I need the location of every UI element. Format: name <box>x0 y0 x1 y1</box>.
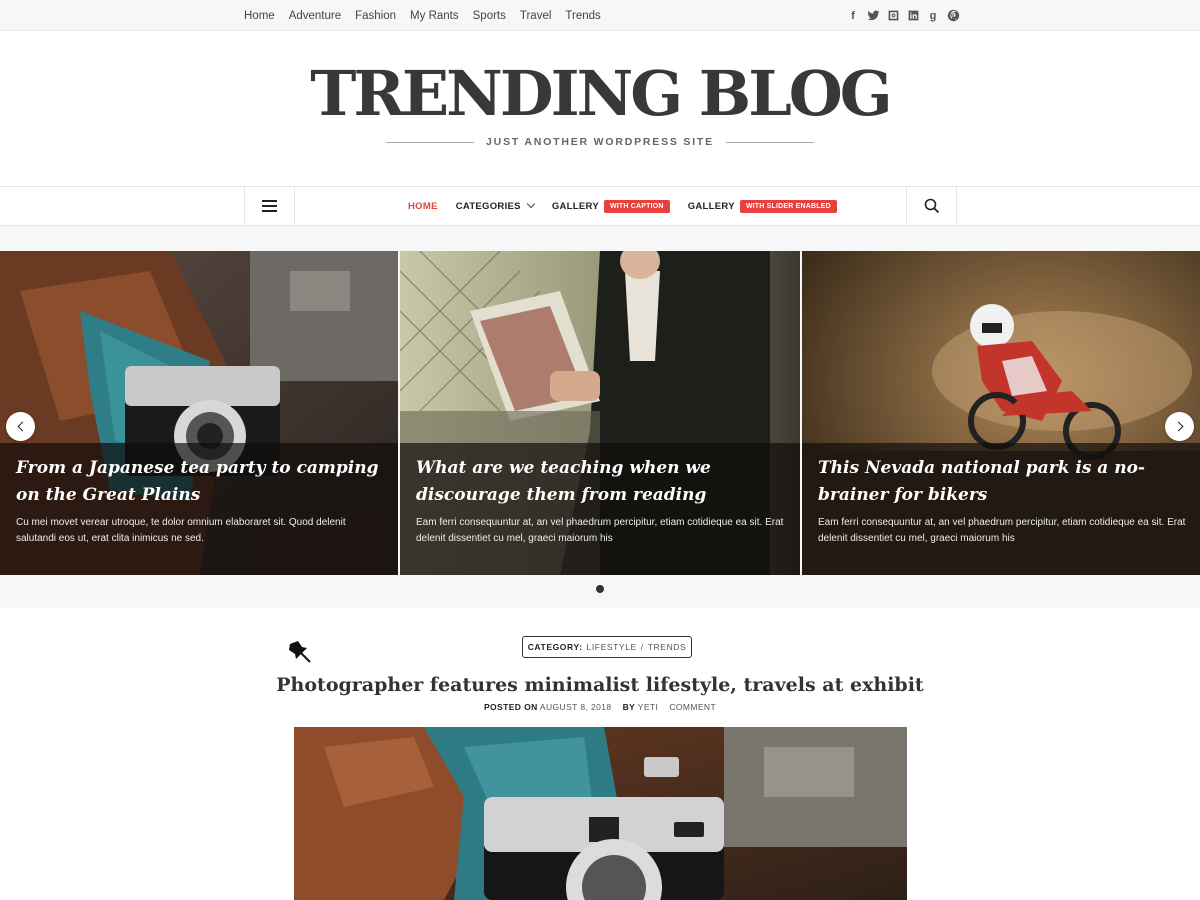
hamburger-icon[interactable] <box>244 187 295 225</box>
top-nav: Home Adventure Fashion My Rants Sports T… <box>244 0 601 31</box>
gallery-slider-badge: WITH SLIDER ENABLED <box>739 199 837 213</box>
chevron-left-icon[interactable] <box>6 412 35 441</box>
top-nav-travel[interactable]: Travel <box>520 10 552 22</box>
nav-gallery-caption-label: GALLERY <box>551 200 599 212</box>
nav-home[interactable]: HOME <box>408 201 438 212</box>
featured-image-graphic <box>294 727 907 900</box>
post-category-box: CATEGORY: LIFESTYLE / TRENDS <box>522 636 692 658</box>
post-meta: POSTED ON AUGUST 8, 2018 BY YETI COMMENT <box>0 702 1200 712</box>
slide-2-excerpt: Eam ferri consequuntur at, an vel phaedr… <box>416 517 784 544</box>
site-tagline: JUST ANOTHER WORDPRESS SITE <box>486 136 714 148</box>
nav-categories-label: CATEGORIES <box>455 200 521 212</box>
top-nav-sports[interactable]: Sports <box>473 10 506 22</box>
search-icon[interactable] <box>906 187 957 225</box>
by-label: BY <box>622 702 636 712</box>
slide-2-title[interactable]: What are we teaching when we discourage … <box>416 455 786 509</box>
slide-1[interactable]: From a Japanese tea party to camping on … <box>0 251 398 575</box>
tagline-row: JUST ANOTHER WORDPRESS SITE <box>386 134 814 150</box>
instagram-icon[interactable] <box>886 9 900 23</box>
nav-categories[interactable]: CATEGORIES <box>455 199 536 212</box>
chevron-right-icon[interactable] <box>1165 412 1194 441</box>
slider-dot-active[interactable] <box>596 585 604 593</box>
pinterest-icon[interactable] <box>946 9 960 23</box>
main-nav-items: HOME CATEGORIES GALLERY WITH CAPTION GAL… <box>408 187 837 225</box>
pushpin-icon <box>286 638 312 669</box>
facebook-icon[interactable]: f <box>846 9 860 23</box>
nav-gallery-slider-label: GALLERY <box>687 200 735 212</box>
slide-1-title[interactable]: From a Japanese tea party to camping on … <box>16 455 384 509</box>
tagline-divider-left <box>386 141 475 143</box>
category-link-trends[interactable]: TRENDS <box>648 642 687 652</box>
main-nav: HOME CATEGORIES GALLERY WITH CAPTION GAL… <box>0 186 1200 226</box>
post-author[interactable]: YETI <box>638 702 659 712</box>
nav-gallery-slider[interactable]: GALLERY WITH SLIDER ENABLED <box>687 199 837 213</box>
google-plus-icon[interactable]: g <box>926 9 940 23</box>
slide-3[interactable]: This Nevada national park is a no-braine… <box>802 251 1200 575</box>
linkedin-icon[interactable] <box>906 9 920 23</box>
posted-on-label: POSTED ON <box>483 702 538 712</box>
gallery-caption-badge: WITH CAPTION <box>603 199 670 213</box>
slide-2[interactable]: What are we teaching when we discourage … <box>400 251 800 575</box>
post-featured-image[interactable] <box>294 727 907 900</box>
slide-3-title[interactable]: This Nevada national park is a no-braine… <box>818 455 1186 509</box>
twitter-icon[interactable] <box>866 9 880 23</box>
tagline-divider-right <box>725 141 814 143</box>
site-title[interactable]: TRENDING BLOG <box>0 59 1200 129</box>
top-nav-my-rants[interactable]: My Rants <box>410 10 459 22</box>
chevron-down-icon <box>526 199 536 209</box>
category-label: CATEGORY: <box>527 642 583 652</box>
comment-link[interactable]: COMMENT <box>669 702 716 712</box>
top-nav-trends[interactable]: Trends <box>565 10 600 22</box>
post-date[interactable]: AUGUST 8, 2018 <box>540 702 612 712</box>
top-bar: Home Adventure Fashion My Rants Sports T… <box>0 0 1200 31</box>
social-links: f g <box>846 0 960 31</box>
top-nav-adventure[interactable]: Adventure <box>289 10 341 22</box>
top-nav-home[interactable]: Home <box>244 10 275 22</box>
nav-gallery-caption[interactable]: GALLERY WITH CAPTION <box>551 199 670 213</box>
slide-1-excerpt: Cu mei movet verear utroque, te dolor om… <box>16 517 346 544</box>
top-nav-fashion[interactable]: Fashion <box>355 10 396 22</box>
site-header: TRENDING BLOG JUST ANOTHER WORDPRESS SIT… <box>0 31 1200 187</box>
category-link-lifestyle[interactable]: LIFESTYLE <box>587 642 637 652</box>
post-title[interactable]: Photographer features minimalist lifesty… <box>0 670 1200 700</box>
category-separator: / <box>640 642 644 652</box>
slide-3-excerpt: Eam ferri consequuntur at, an vel phaedr… <box>818 517 1186 544</box>
